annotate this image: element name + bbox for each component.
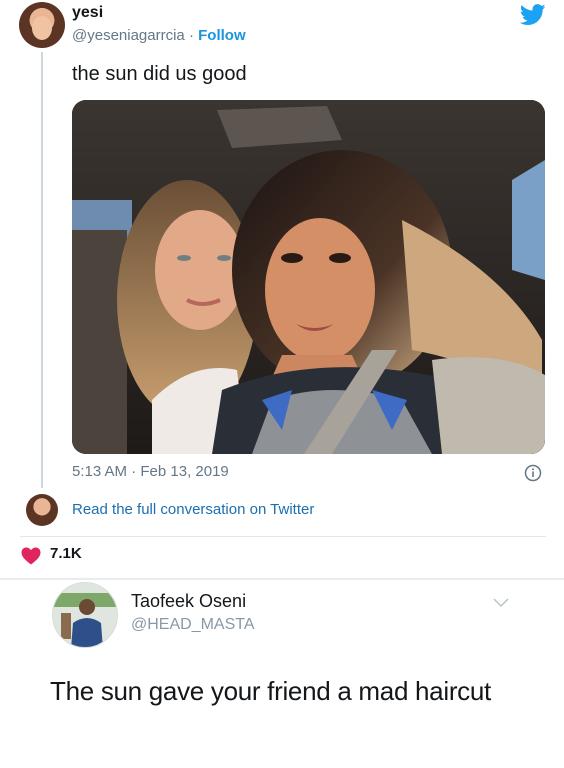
read-conversation-link[interactable]: Read the full conversation on Twitter	[72, 501, 314, 518]
like-count[interactable]: 7.1K	[50, 545, 82, 562]
info-icon[interactable]	[524, 464, 542, 482]
author-handle[interactable]: @yeseniagarrcia	[72, 27, 185, 44]
chevron-down-icon[interactable]	[493, 598, 509, 608]
reply-avatar[interactable]	[52, 582, 118, 648]
tweet-timestamp[interactable]: 5:13 AM · Feb 13, 2019	[72, 463, 229, 480]
reply-author-name[interactable]: Taofeek Oseni	[131, 591, 246, 612]
heart-icon[interactable]	[21, 547, 41, 565]
reply-text: The sun gave your friend a mad haircut	[50, 676, 491, 706]
follow-button[interactable]: Follow	[198, 27, 246, 44]
tweet-text: the sun did us good	[72, 63, 247, 85]
avatar-small[interactable]	[26, 494, 58, 526]
tweet-photo[interactable]	[72, 100, 545, 454]
section-divider	[0, 578, 564, 580]
author-handle-row: @yeseniagarrcia · Follow	[72, 27, 246, 44]
author-name[interactable]: yesi	[72, 4, 103, 22]
separator-dot: ·	[188, 27, 194, 44]
reply-author-handle[interactable]: @HEAD_MASTA	[131, 616, 255, 634]
twitter-bird-icon[interactable]	[520, 4, 546, 26]
thread-line	[41, 52, 43, 488]
avatar[interactable]	[19, 2, 65, 48]
divider	[20, 536, 546, 537]
